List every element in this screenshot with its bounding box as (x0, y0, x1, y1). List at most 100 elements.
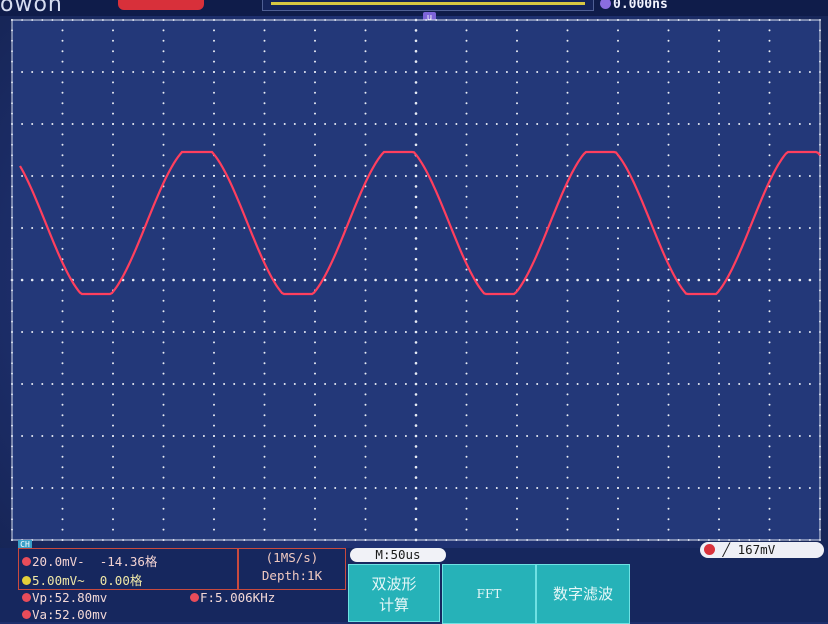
grid-dot (728, 435, 731, 437)
grid-dot (808, 71, 811, 73)
grid-dot (647, 227, 650, 229)
grid-dot (667, 237, 670, 240)
grid-dot (414, 424, 418, 427)
grid-dot (566, 247, 569, 250)
grid-dot (51, 278, 54, 282)
grid-dot (667, 518, 670, 521)
channel1-settings[interactable]: 20.0mV- -14.36格 (22, 551, 157, 570)
trigger-readout[interactable]: ╱ 167mV (700, 542, 824, 558)
grid-dot (536, 123, 539, 125)
channel2-settings[interactable]: 5.00mV~ 0.00格 (22, 570, 142, 589)
grid-dot (364, 39, 367, 42)
grid-dot (192, 435, 195, 437)
grid-dot (41, 227, 44, 229)
grid-dot (505, 71, 508, 73)
grid-dot (354, 278, 357, 282)
grid-dot (617, 258, 619, 261)
grid-dot (152, 487, 155, 489)
grid-dot (566, 341, 569, 344)
grid-dot (667, 310, 670, 313)
grid-dot (566, 91, 569, 94)
grid-dot (283, 435, 286, 437)
grid-dot (516, 310, 518, 313)
grid-dot (314, 518, 316, 521)
grid-dot (384, 227, 387, 229)
grid-dot (637, 71, 640, 73)
grid-dot (465, 133, 468, 136)
grid-dot (263, 383, 266, 385)
grid-dot (61, 185, 64, 188)
grid-dot (364, 383, 367, 385)
grid-dot (677, 123, 680, 125)
grid-dot (71, 175, 74, 177)
grid-dot (617, 507, 619, 510)
grid-dot (404, 123, 407, 125)
grid-dot (61, 60, 64, 63)
grid-dot (213, 29, 215, 32)
grid-dot (314, 185, 316, 188)
grid-dot (465, 351, 468, 354)
grid-dot (162, 143, 165, 146)
grid-dot (314, 476, 316, 479)
grid-dot (162, 487, 165, 489)
grid-dot (424, 278, 428, 282)
grid-dot (516, 216, 518, 219)
grid-dot (748, 278, 751, 282)
grid-dot (738, 227, 741, 229)
menu-fft-button[interactable]: FFT (442, 564, 536, 624)
grid-dot (162, 71, 165, 73)
grid-dot (314, 466, 316, 469)
grid-dot (61, 362, 64, 365)
grid-dot (233, 487, 236, 489)
grid-dot (516, 164, 518, 167)
grid-dot (768, 154, 771, 157)
grid-dot (687, 331, 690, 333)
grid-dot (202, 123, 205, 125)
grid-dot (576, 487, 579, 489)
grid-dot (112, 39, 114, 42)
grid-dot (283, 383, 286, 385)
grid-dot (213, 143, 215, 146)
grid-dot (637, 383, 640, 385)
grid-dot (718, 123, 720, 125)
grid-dot (192, 331, 195, 333)
grid-dot (465, 102, 468, 105)
timebase-readout[interactable]: M:50us (350, 548, 446, 562)
grid-dot (617, 237, 619, 240)
grid-dot (707, 383, 710, 385)
grid-dot (617, 351, 619, 354)
grid-dot (505, 278, 509, 282)
grid-dot (213, 320, 215, 323)
grid-dot (606, 383, 609, 385)
grid-dot (253, 278, 256, 282)
grid-dot (283, 175, 286, 177)
grid-dot (576, 435, 579, 437)
grid-dot (758, 331, 761, 333)
grid-dot (263, 164, 266, 167)
grid-dot (112, 154, 114, 157)
grid-dot (556, 175, 559, 177)
menu-dual-wave-calc-button[interactable]: 双波形 计算 (348, 564, 440, 622)
grid-dot (364, 268, 367, 271)
grid-dot (314, 154, 316, 157)
grid-dot (213, 185, 215, 188)
grid-dot (112, 331, 114, 333)
grid-dot (414, 195, 418, 199)
grid-dot (505, 175, 508, 177)
grid-dot (223, 435, 226, 437)
grid-dot (30, 278, 34, 282)
grid-dot (213, 476, 215, 479)
grid-dot (475, 487, 478, 489)
grid-dot (768, 445, 771, 448)
channel1-icon (22, 557, 31, 566)
grid-dot (617, 393, 619, 396)
grid-dot (192, 278, 196, 282)
grid-dot (314, 112, 316, 115)
grid-dot (596, 435, 599, 437)
menu-digital-filter-button[interactable]: 数字滤波 (536, 564, 630, 624)
grid-dot (364, 133, 367, 136)
grid-dot (112, 227, 114, 229)
grid-dot (182, 123, 185, 125)
grid-dot (112, 237, 114, 240)
grid-dot (314, 362, 316, 365)
